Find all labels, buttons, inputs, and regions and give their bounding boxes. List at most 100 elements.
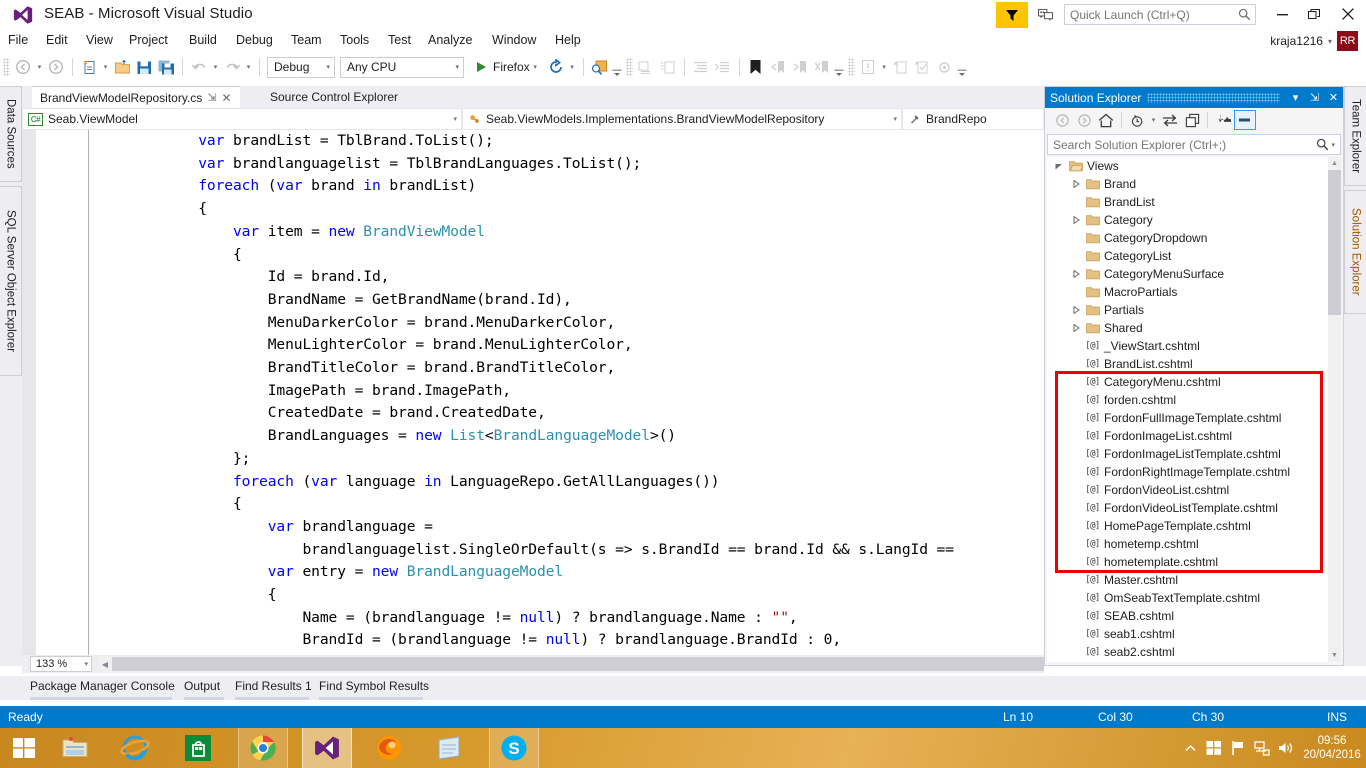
chevron-right-icon[interactable] <box>1068 211 1083 229</box>
scroll-up-icon[interactable]: ▲ <box>1328 157 1341 170</box>
taskbar-mozilla-firefox[interactable] <box>364 728 414 768</box>
new-class-icon[interactable] <box>890 56 912 78</box>
tree-item[interactable]: [@] HomePageTemplate.cshtml <box>1047 517 1341 535</box>
menu-window[interactable]: Window <box>492 33 536 50</box>
tree-item[interactable]: Views <box>1047 157 1341 175</box>
taskbar-notepad[interactable] <box>424 728 474 768</box>
start-debugging-caret-icon[interactable]: ▾ <box>530 63 541 71</box>
save-icon[interactable] <box>133 56 155 78</box>
panel-drag-grip[interactable] <box>1147 92 1280 103</box>
start-debugging-button[interactable]: Firefox ▾ <box>474 60 541 74</box>
tree-item[interactable]: MacroPartials <box>1047 283 1341 301</box>
scroll-left-icon[interactable]: ◀ <box>98 660 112 669</box>
menu-file[interactable]: File <box>8 33 28 50</box>
chevron-right-icon[interactable] <box>1068 175 1083 193</box>
tree-item[interactable]: Brand <box>1047 175 1341 193</box>
taskbar-visual-studio[interactable] <box>302 728 352 768</box>
tree-item[interactable]: [@] seab1.cshtml <box>1047 625 1341 643</box>
refresh-icon[interactable] <box>545 56 567 78</box>
taskbar-internet-explorer[interactable] <box>110 728 160 768</box>
panel-close-icon[interactable]: ✕ <box>1324 91 1343 104</box>
toggle-bookmark-icon[interactable] <box>745 56 767 78</box>
tree-item[interactable]: [@] FordonVideoListTemplate.cshtml <box>1047 499 1341 517</box>
tree-item[interactable]: [@] BrandList.cshtml <box>1047 355 1341 373</box>
scroll-down-icon[interactable]: ▼ <box>1328 649 1341 662</box>
decrease-indent-icon[interactable] <box>690 56 712 78</box>
tree-item[interactable]: [@] Master.cshtml <box>1047 571 1341 589</box>
tab-source-control-explorer[interactable]: Source Control Explorer <box>262 86 406 108</box>
preview-selected-items-icon[interactable] <box>1234 110 1256 130</box>
menu-view[interactable]: View <box>86 33 113 50</box>
horizontal-scroll-thumb[interactable] <box>112 657 1044 671</box>
action-center-icon[interactable] <box>1202 728 1226 768</box>
chevron-right-icon[interactable] <box>1068 265 1083 283</box>
toolbar-grip-3[interactable] <box>847 58 855 76</box>
increase-indent-icon[interactable] <box>712 56 734 78</box>
minimize-button[interactable] <box>1268 2 1296 26</box>
taskbar-file-explorer[interactable] <box>50 728 100 768</box>
solution-explorer-scrollbar[interactable]: ▲ ▼ <box>1328 157 1341 662</box>
pending-changes-caret-icon[interactable]: ▾ <box>1148 116 1159 124</box>
start-button[interactable] <box>0 728 48 768</box>
solution-platform-dropdown[interactable]: Any CPU ▾ <box>340 56 464 78</box>
menu-test[interactable]: Test <box>388 33 411 50</box>
navigate-forward-icon[interactable] <box>45 56 67 78</box>
error-list-icon[interactable] <box>857 56 879 78</box>
tree-item[interactable]: [@] FordonRightImageTemplate.cshtml <box>1047 463 1341 481</box>
home-icon[interactable] <box>1095 110 1117 130</box>
navigate-back-icon[interactable] <box>12 56 34 78</box>
navigate-back-caret-icon[interactable]: ▾ <box>34 63 45 71</box>
menu-build[interactable]: Build <box>189 33 217 50</box>
panel-tab-package-manager-console[interactable]: Package Manager Console <box>30 679 175 693</box>
indicator-margin[interactable] <box>22 130 36 658</box>
sidebar-tab-sql-server-object-explorer[interactable]: SQL Server Object Explorer <box>0 186 22 376</box>
add-new-item-icon[interactable] <box>912 56 934 78</box>
editor-horizontal-scrollbar[interactable]: ◀ <box>98 656 1044 672</box>
panel-tab-find-results-1[interactable]: Find Results 1 <box>235 679 312 693</box>
sidebar-tab-solution-explorer[interactable]: Solution Explorer <box>1344 190 1366 314</box>
tree-item[interactable]: CategoryMenuSurface <box>1047 265 1341 283</box>
menu-tools[interactable]: Tools <box>340 33 369 50</box>
taskbar-skype[interactable]: S <box>489 728 539 768</box>
tree-item[interactable]: [@] FordonImageListTemplate.cshtml <box>1047 445 1341 463</box>
restore-button[interactable] <box>1300 2 1328 26</box>
toolbar-overflow-icon-2[interactable] <box>833 57 845 77</box>
save-all-icon[interactable] <box>155 56 177 78</box>
flag-icon[interactable] <box>1226 728 1250 768</box>
chevron-right-icon[interactable] <box>1068 301 1083 319</box>
panel-dropdown-icon[interactable]: ▾ <box>1286 91 1305 104</box>
menu-team[interactable]: Team <box>291 33 322 50</box>
tree-item[interactable]: CategoryList <box>1047 247 1341 265</box>
menu-help[interactable]: Help <box>555 33 581 50</box>
back-icon[interactable] <box>1051 110 1073 130</box>
new-item-icon[interactable] <box>78 56 100 78</box>
tree-item[interactable]: [@] FordonImageList.cshtml <box>1047 427 1341 445</box>
show-all-files-icon[interactable] <box>1181 110 1203 130</box>
close-icon[interactable]: ✕ <box>222 91 232 105</box>
avatar[interactable]: RR <box>1337 31 1358 51</box>
show-hidden-icons-icon[interactable] <box>1178 728 1202 768</box>
chevron-right-icon[interactable] <box>1068 319 1083 337</box>
quick-launch-box[interactable] <box>1064 4 1256 25</box>
tree-item[interactable]: CategoryDropdown <box>1047 229 1341 247</box>
search-options-caret-icon[interactable]: ▾ <box>1331 141 1335 149</box>
tree-item[interactable]: Partials <box>1047 301 1341 319</box>
next-bookmark-icon[interactable] <box>789 56 811 78</box>
clear-bookmarks-icon[interactable] <box>811 56 833 78</box>
zoom-level-dropdown[interactable]: 133 % ▾ <box>30 656 92 672</box>
toolbar-overflow-icon[interactable] <box>611 57 623 77</box>
panel-tab-find-symbol-results[interactable]: Find Symbol Results <box>319 679 429 693</box>
pin-icon[interactable]: ⇲ <box>207 91 216 104</box>
menu-project[interactable]: Project <box>129 33 168 50</box>
new-item-caret-icon[interactable]: ▾ <box>100 63 111 71</box>
sync-with-active-document-icon[interactable] <box>1159 110 1181 130</box>
tree-item[interactable]: [@] hometemp.cshtml <box>1047 535 1341 553</box>
error-list-caret-icon[interactable]: ▾ <box>879 63 890 71</box>
taskbar-clock[interactable]: 09:56 20/04/2016 <box>1298 728 1366 768</box>
panel-pin-icon[interactable]: ⇲ <box>1305 91 1324 104</box>
find-in-files-icon[interactable] <box>589 56 611 78</box>
navbar-type-dropdown[interactable]: Seab.ViewModels.Implementations.BrandVie… <box>462 108 902 130</box>
menu-analyze[interactable]: Analyze <box>428 33 472 50</box>
tree-item[interactable]: [@] CategoryMenu.cshtml <box>1047 373 1341 391</box>
navbar-project-dropdown[interactable]: C# Seab.ViewModel ▾ <box>22 108 462 130</box>
